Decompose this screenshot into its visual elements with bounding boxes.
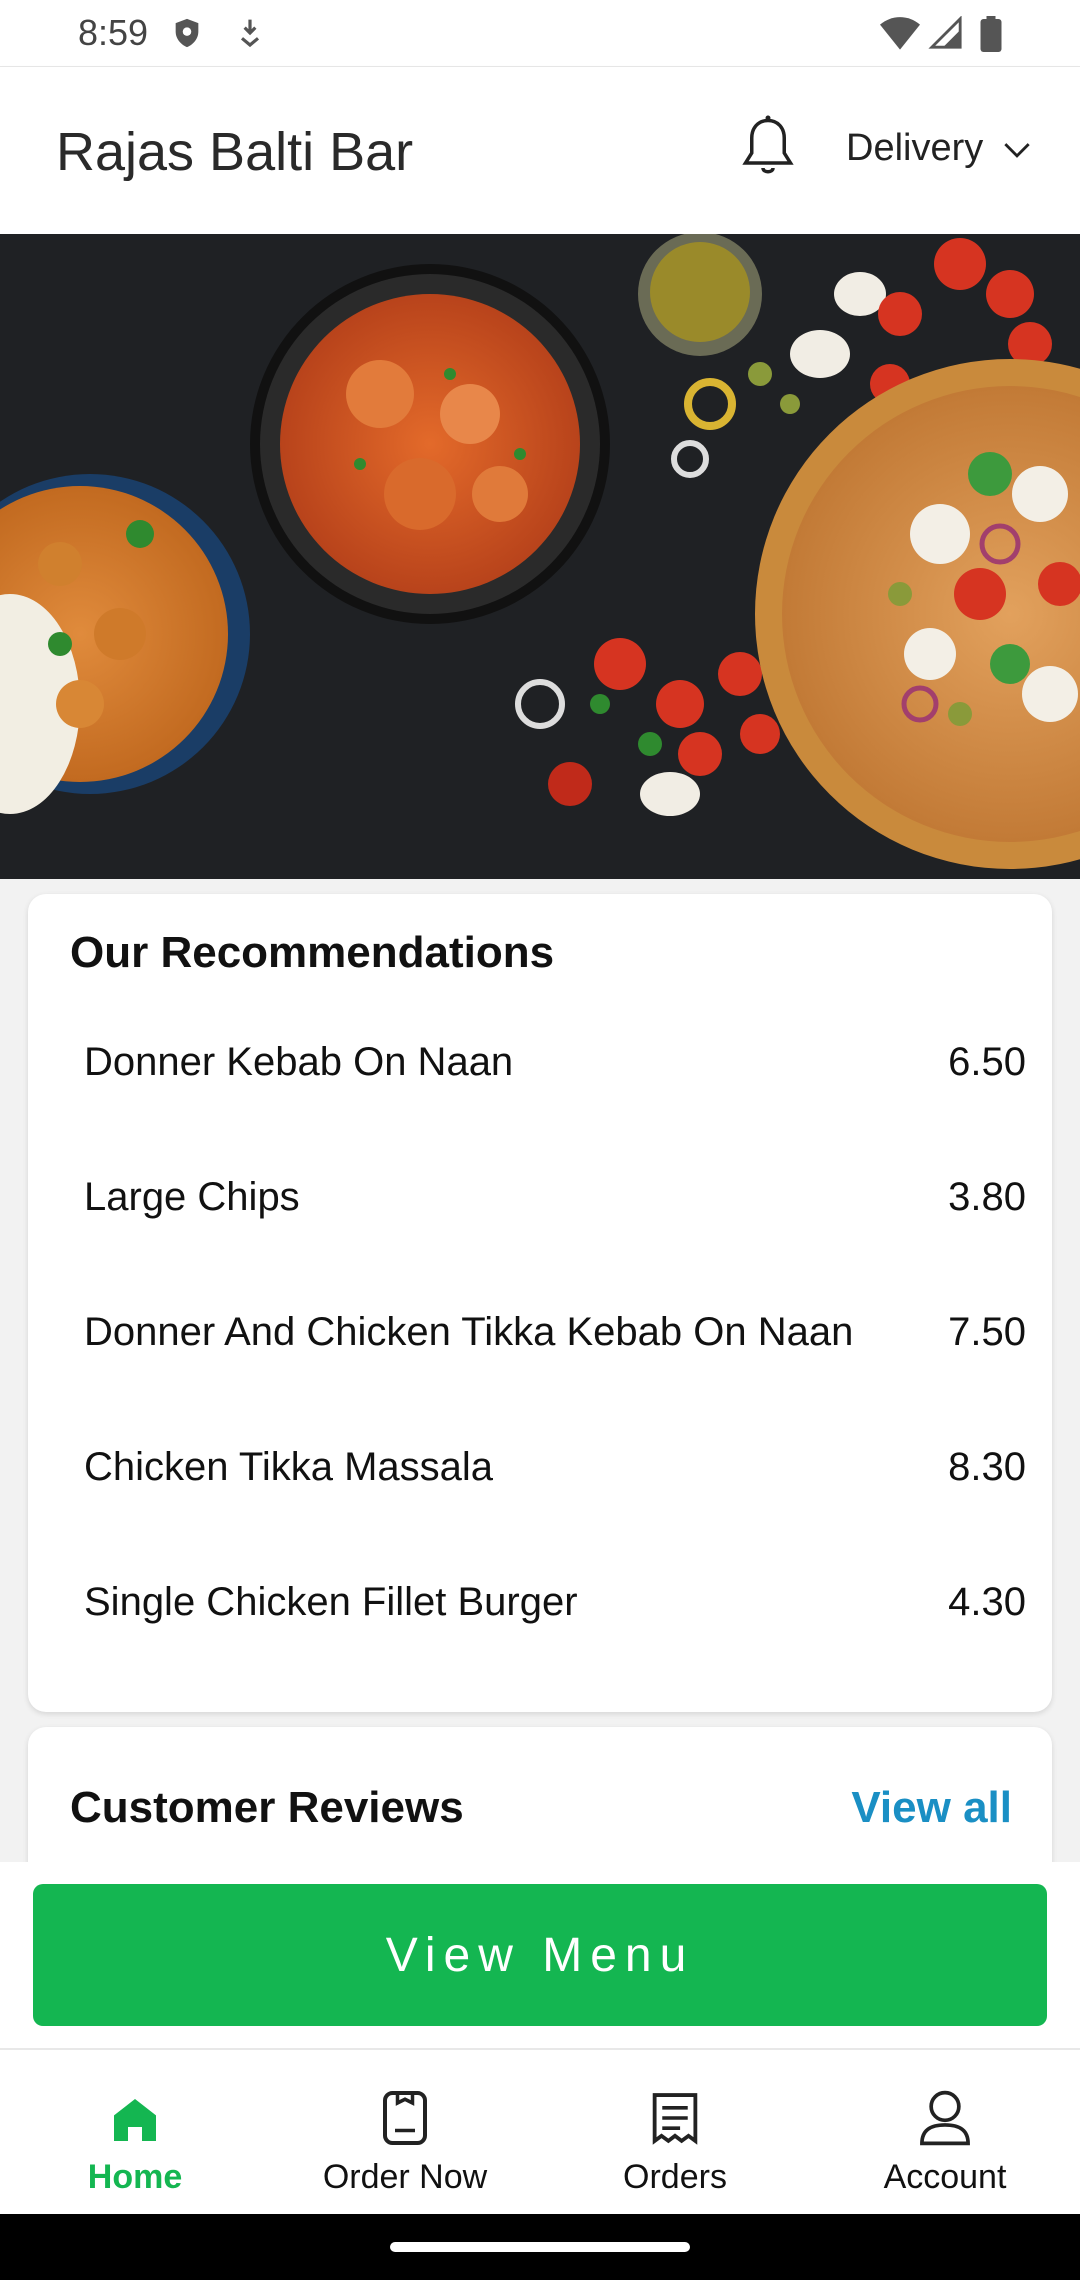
reviews-title: Customer Reviews [70,1783,464,1832]
nav-order-now[interactable]: Order Now [270,2050,540,2214]
recommendation-item[interactable]: Donner Kebab On Naan 6.50 [84,1040,1026,1085]
wifi-icon [880,16,920,55]
item-price: 8.30 [948,1445,1026,1489]
item-name: Large Chips [84,1175,300,1219]
item-name: Donner Kebab On Naan [84,1040,514,1084]
recommendation-item[interactable]: Large Chips 3.80 [84,1175,1026,1220]
user-icon [917,2088,973,2153]
order-type-label: Delivery [846,127,984,169]
nav-account-label: Account [883,2158,1007,2196]
item-name: Chicken Tikka Massala [84,1445,494,1489]
system-gesture-bar [0,2214,1080,2280]
home-icon [107,2092,163,2153]
item-price: 7.50 [948,1310,1026,1354]
recommendation-item[interactable]: Donner And Chicken Tikka Kebab On Naan 7… [84,1310,1026,1355]
hero-food-banner [0,234,1080,879]
restaurant-title: Rajas Balti Bar [56,122,414,182]
gesture-handle[interactable] [390,2242,690,2252]
bell-icon[interactable] [738,113,798,188]
nav-order-now-label: Order Now [322,2158,488,2196]
item-name: Donner And Chicken Tikka Kebab On Naan [84,1310,854,1354]
recommendation-item[interactable]: Single Chicken Fillet Burger 4.30 [84,1580,1026,1625]
status-time: 8:59 [78,12,149,53]
nav-orders-label: Orders [623,2158,727,2196]
recommendations-card: Our Recommendations Donner Kebab On Naan… [28,894,1052,1712]
download-icon [234,16,266,55]
nav-account[interactable]: Account [810,2050,1080,2214]
item-price: 6.50 [948,1040,1026,1084]
cta-container: View Menu [0,1862,1080,2050]
order-icon [379,2088,431,2153]
order-type-selector[interactable]: Delivery [846,127,1031,170]
view-menu-button[interactable]: View Menu [33,1884,1047,2026]
nav-home-label: Home [87,2158,183,2196]
recommendations-title: Our Recommendations [70,928,555,977]
nav-orders[interactable]: Orders [540,2050,810,2214]
shield-icon [170,16,204,55]
chevron-down-icon [1003,127,1031,170]
status-bar: 8:59 [0,0,1080,66]
item-price: 4.30 [948,1580,1026,1624]
item-price: 3.80 [948,1175,1026,1219]
bottom-nav: Home Order Now Orders Account [0,2050,1080,2214]
recommendation-item[interactable]: Chicken Tikka Massala 8.30 [84,1445,1026,1490]
receipt-icon [649,2090,701,2151]
item-name: Single Chicken Fillet Burger [84,1580,578,1624]
battery-icon [980,16,1002,57]
app-header: Rajas Balti Bar Delivery [0,66,1080,235]
nav-home[interactable]: Home [0,2050,270,2214]
view-all-link[interactable]: View all [851,1783,1012,1833]
signal-icon [928,15,964,55]
